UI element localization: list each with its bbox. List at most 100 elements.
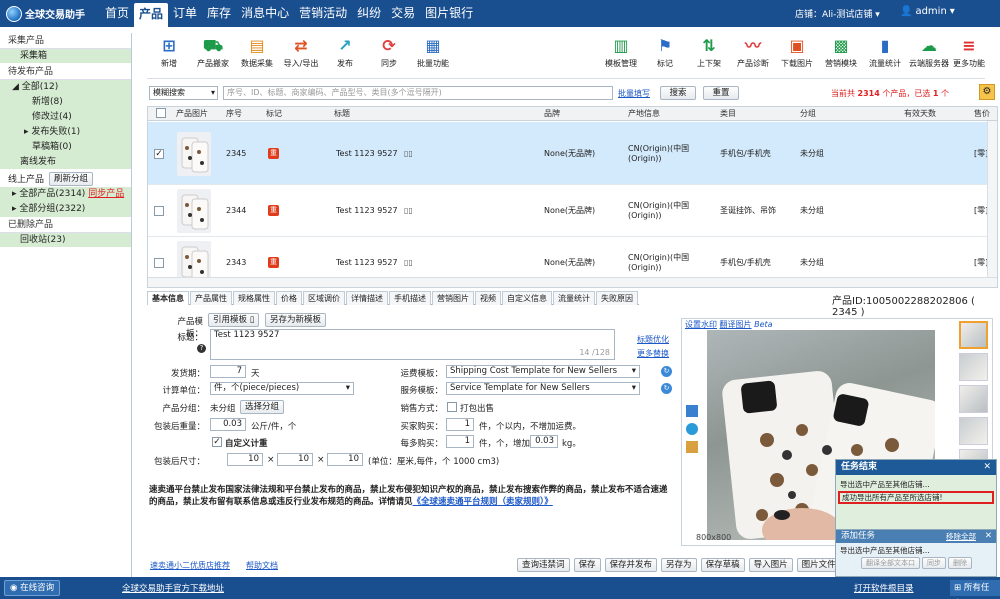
nav-item-6[interactable]: 纠纷 xyxy=(352,0,386,27)
toolbar-button-14[interactable]: ☁ 云端服务器 xyxy=(907,37,951,69)
grid-vertical-scrollbar[interactable] xyxy=(987,121,997,277)
bottom-button-2[interactable]: 保存并发布 xyxy=(604,558,658,572)
size-width-field[interactable]: 10 xyxy=(277,453,313,466)
search-input[interactable]: 序号、ID、标题、商家编码、产品型号、类目(多个逗号隔开) xyxy=(223,86,613,100)
image-thumbnail[interactable] xyxy=(959,321,988,349)
batch-fill-link[interactable]: 批量填写 xyxy=(618,88,650,99)
sidebar-item-modified[interactable]: 修改过(4) xyxy=(0,110,131,125)
bottom-button-6[interactable]: 图片文件 xyxy=(796,558,841,572)
service-template-select[interactable]: Service Template for New Sellers ▾ xyxy=(446,382,640,395)
grid-column-header-1[interactable]: 序号 xyxy=(226,108,242,119)
toolbar-button-8[interactable]: ⚑ 标记 xyxy=(643,37,687,69)
refresh-groups-button[interactable]: 刷新分组 xyxy=(49,171,94,186)
toolbar-button-10[interactable]: 〰产品诊断 xyxy=(731,37,775,69)
more-replace-link[interactable]: 更多替换 xyxy=(637,348,669,359)
download-link[interactable]: 全球交易助手官方下载地址 xyxy=(122,582,224,594)
open-root-dir-link[interactable]: 打开软件根目录 xyxy=(854,582,914,594)
sidebar-item-offline[interactable]: 离线发布 xyxy=(0,155,131,170)
help-docs-link[interactable]: 帮助文档 xyxy=(246,560,278,571)
nav-item-4[interactable]: 消息中心 xyxy=(236,0,294,27)
table-row[interactable]: 2344 Test 1123 9527 None(无品牌) CN(Origin)(中国… xyxy=(148,185,997,237)
sidebar-item-failed[interactable]: ▸ 发布失败(1) xyxy=(0,125,131,140)
grid-column-header-7[interactable]: 分组 xyxy=(800,108,816,119)
popup-close-icon[interactable]: ✕ xyxy=(983,460,991,475)
each-quantity-field[interactable]: 1 xyxy=(446,435,474,448)
search-button[interactable]: 搜索 xyxy=(660,86,696,100)
nav-item-7[interactable]: 交易 xyxy=(386,0,420,27)
title-optimize-link[interactable]: 标题优化 xyxy=(637,334,669,345)
row-checkbox[interactable]: ✓ xyxy=(154,148,164,159)
bottom-button-4[interactable]: 保存草稿 xyxy=(700,558,745,572)
help-icon[interactable]: ? xyxy=(197,344,206,353)
weight-field[interactable]: 0.03 xyxy=(210,418,246,431)
tab-4[interactable]: 区域调价 xyxy=(303,291,345,305)
all-tasks-button[interactable]: ⊞ 所有任务 xyxy=(950,580,1000,596)
sidebar-item-all-groups[interactable]: ▸ 全部分组(2322) xyxy=(0,202,131,217)
sidebar-item-new[interactable]: 新增(8) xyxy=(0,95,131,110)
product-thumbnail[interactable] xyxy=(177,189,211,233)
toolbar-button-12[interactable]: ▩ 营销模块 xyxy=(819,37,863,69)
tab-3[interactable]: 价格 xyxy=(276,291,302,305)
tab-11[interactable]: 失败原因 xyxy=(596,291,638,305)
nav-item-8[interactable]: 图片银行 xyxy=(420,0,478,27)
store-selector[interactable]: 店铺：Ali-测试店铺 ▾ xyxy=(795,7,880,20)
bottom-button-1[interactable]: 保存 xyxy=(573,558,601,572)
sidebar-item-recycle[interactable]: 回收站(23) xyxy=(0,233,131,248)
reset-button[interactable]: 重置 xyxy=(703,86,739,100)
toolbar-button-4[interactable]: ↗ 发布 xyxy=(323,37,367,69)
task-delete-button[interactable]: 删除 xyxy=(948,557,972,569)
toolbar-button-11[interactable]: ▣ 下载图片 xyxy=(775,37,819,69)
image-edit-icon[interactable] xyxy=(686,441,698,453)
folder-icon[interactable] xyxy=(686,405,698,417)
sale-package-checkbox[interactable] xyxy=(447,402,457,412)
tab-10[interactable]: 流量统计 xyxy=(553,291,595,305)
tab-2[interactable]: 规格属性 xyxy=(233,291,275,305)
nav-item-1[interactable]: 产品 xyxy=(134,3,169,27)
product-thumbnail[interactable] xyxy=(177,131,211,176)
browser-icon[interactable] xyxy=(686,423,698,435)
save-template-button[interactable]: 另存为新模板 xyxy=(265,313,327,327)
row-checkbox[interactable] xyxy=(154,206,164,216)
toolbar-button-6[interactable]: ▦ 批量功能 xyxy=(411,37,455,69)
toolbar-button-1[interactable]: ⛟ 产品搬家 xyxy=(191,37,235,69)
each-weight-field[interactable]: 0.03 xyxy=(530,435,558,448)
search-mode-select[interactable]: 模糊搜索 ▾ xyxy=(149,86,218,100)
image-thumbnail[interactable] xyxy=(959,353,988,381)
toolbar-button-7[interactable]: ▥ 模板管理 xyxy=(599,37,643,69)
toolbar-button-13[interactable]: ▮ 流量统计 xyxy=(863,37,907,69)
toolbar-button-5[interactable]: ⟳ 同步 xyxy=(367,37,411,69)
grid-column-header-9[interactable]: 售价 xyxy=(974,108,990,119)
nav-item-3[interactable]: 库存 xyxy=(202,0,236,27)
tab-9[interactable]: 自定义信息 xyxy=(502,291,552,305)
toolbar-button-0[interactable]: ⊞ 新增 xyxy=(147,37,191,69)
mark-tag[interactable]: 重 xyxy=(268,147,279,159)
grid-horizontal-scrollbar[interactable] xyxy=(148,277,997,287)
nav-item-0[interactable]: 首页 xyxy=(100,0,134,27)
sidebar-item-all[interactable]: ◢ 全部(12) xyxy=(0,80,131,95)
bottom-button-0[interactable]: 查询违禁词 xyxy=(517,558,570,572)
remove-all-link[interactable]: 移除全部 xyxy=(946,530,976,543)
ship-days-field[interactable]: 7 xyxy=(210,365,246,378)
unit-select[interactable]: 件，个(piece/pieces) ▾ xyxy=(210,382,354,395)
grid-column-header-2[interactable]: 标记 xyxy=(266,108,282,119)
task-sync-button[interactable]: 同步 xyxy=(922,557,946,569)
column-settings-icon[interactable]: ⚙ xyxy=(979,84,995,100)
grid-column-header-3[interactable]: 标题 xyxy=(334,108,350,119)
freight-refresh-icon[interactable]: ↻ xyxy=(661,366,672,377)
grid-column-header-4[interactable]: 品牌 xyxy=(544,108,560,119)
custom-weight-checkbox[interactable]: ✓ xyxy=(212,437,222,447)
tab-1[interactable]: 产品属性 xyxy=(190,291,232,305)
image-thumbnail[interactable] xyxy=(959,385,988,413)
nav-item-2[interactable]: 订单 xyxy=(168,0,202,27)
use-template-button[interactable]: 引用模板 ▯ xyxy=(208,313,260,327)
grid-column-header-6[interactable]: 类目 xyxy=(720,108,736,119)
mark-tag[interactable]: 重 xyxy=(268,257,279,268)
size-height-field[interactable]: 10 xyxy=(327,453,363,466)
toolbar-button-9[interactable]: ⇅ 上下架 xyxy=(687,37,731,69)
buyer-quantity-field[interactable]: 1 xyxy=(446,418,474,431)
tab-7[interactable]: 营销图片 xyxy=(432,291,474,305)
choose-group-button[interactable]: 选择分组 xyxy=(240,400,285,414)
translate-image-link[interactable]: 翻译图片 xyxy=(720,320,752,329)
grid-column-header-8[interactable]: 有效天数 xyxy=(904,108,936,119)
table-row[interactable]: ✓ 2345 Test 1123 9527 None(无品牌) CN(Origin)(中… xyxy=(148,122,997,185)
